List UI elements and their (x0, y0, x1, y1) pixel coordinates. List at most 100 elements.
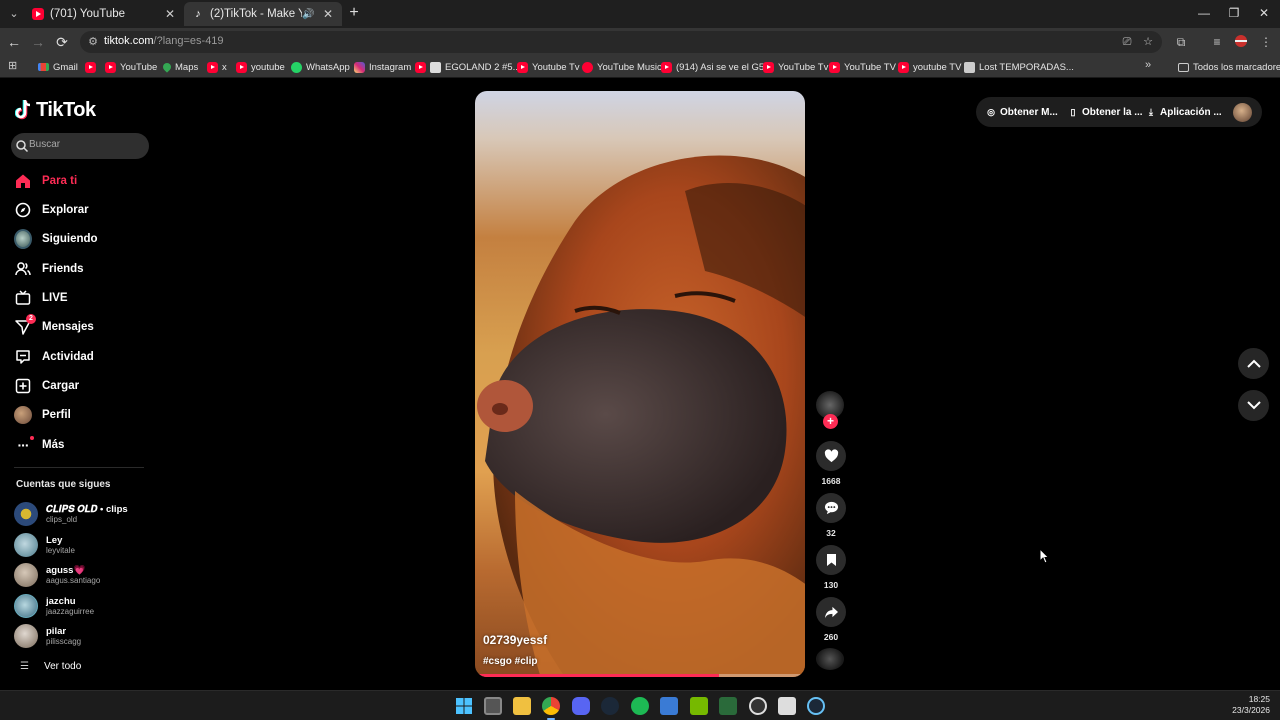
account-name: 𝑪𝑳𝑰𝑷𝑺 𝑶𝑳𝑫 • clips (46, 503, 128, 515)
bookmark-item[interactable]: YouTube Tv (763, 60, 828, 74)
next-video-button[interactable] (1238, 390, 1269, 421)
download-icon: ⤓ (1149, 107, 1153, 117)
comment-button[interactable] (816, 493, 846, 523)
desktop-app-button[interactable]: ⤓ Aplicación ... (1146, 105, 1222, 119)
file-explorer-icon[interactable] (513, 697, 531, 715)
chrome-menu-icon[interactable]: ⋮ (1258, 34, 1274, 50)
media-control-icon[interactable]: ≡ (1209, 34, 1225, 50)
chevron-down-icon (1246, 401, 1261, 410)
tiktok-icon: ♪ (195, 8, 201, 20)
nav-siguiendo[interactable]: Siguiendo (14, 228, 98, 250)
back-button[interactable]: ← (5, 33, 23, 51)
task-view-icon[interactable] (484, 697, 502, 715)
more-bookmarks-icon[interactable]: » (1145, 59, 1151, 71)
bookmark-item[interactable] (415, 60, 430, 74)
reload-button[interactable]: ⟳ (53, 33, 71, 51)
tab-tiktok[interactable]: ♪ (2)TikTok - Make Your Day 🔊 ✕ (184, 2, 342, 26)
video-player[interactable]: 02739yessf #csgo #clip (475, 91, 805, 677)
nav-cargar[interactable]: Cargar (14, 375, 79, 397)
restore-button[interactable]: ❐ (1224, 4, 1244, 22)
followed-account[interactable]: 𝑪𝑳𝑰𝑷𝑺 𝑶𝑳𝑫 • clips clips_old (14, 501, 128, 527)
steam-icon[interactable] (601, 697, 619, 715)
follow-plus-button[interactable]: + (823, 414, 838, 429)
previous-video-button[interactable] (1238, 348, 1269, 379)
user-avatar[interactable] (1233, 103, 1252, 122)
nav-perfil[interactable]: Perfil (14, 404, 71, 426)
address-bar[interactable]: ⚙ tiktok.com/?lang=es-419 ⎚ ☆ (80, 31, 1162, 53)
bookmark-item[interactable]: Instagram (354, 60, 411, 74)
get-app-button[interactable]: ▯ Obtener la ... (1068, 105, 1143, 119)
nav-label: Más (42, 439, 65, 451)
followed-account[interactable]: pilar pilisscagg (14, 623, 81, 649)
tab-youtube[interactable]: (701) YouTube ✕ (24, 2, 184, 26)
bookmark-item[interactable]: EGOLAND 2 #5... (430, 60, 521, 74)
nav-live[interactable]: LIVE (14, 287, 68, 309)
bookmark-star-icon[interactable]: ☆ (1141, 35, 1155, 49)
like-button[interactable] (816, 441, 846, 471)
minimize-button[interactable]: — (1194, 4, 1214, 22)
account-handle: clips_old (46, 514, 78, 524)
nav-actividad[interactable]: Actividad (14, 346, 94, 368)
friends-icon (14, 260, 32, 278)
compass-icon (14, 201, 32, 219)
nav-label: Perfil (42, 409, 71, 421)
spotify-icon[interactable] (631, 697, 649, 715)
save-button[interactable] (816, 545, 846, 575)
bookmark-item[interactable]: YouTube Music (582, 60, 662, 74)
followed-account[interactable]: jazchu jaazzaguirree (14, 593, 94, 619)
see-all-link[interactable]: ☰ Ver todo (20, 661, 81, 672)
bookmark-item[interactable]: YouTube TV (829, 60, 896, 74)
speaker-icon[interactable]: 🔊 (302, 9, 316, 20)
forward-button[interactable]: → (29, 33, 47, 51)
video-username[interactable]: 02739yessf (483, 633, 547, 647)
profile-icon[interactable] (1233, 34, 1249, 50)
bookmark-item[interactable]: Lost TEMPORADAS... (964, 60, 1074, 74)
bookmark-item[interactable]: (914) Asi se ve el G5... (661, 60, 772, 74)
video-progress-bar[interactable] (475, 674, 805, 677)
apps-grid-icon[interactable]: ⊞ (8, 60, 20, 72)
music-disc-icon[interactable] (816, 648, 844, 670)
bookmark-item[interactable] (85, 60, 100, 74)
nav-para-ti[interactable]: Para ti (14, 170, 77, 192)
app-icon[interactable] (719, 697, 737, 715)
obs-icon[interactable] (749, 697, 767, 715)
followed-account[interactable]: Ley leyvitale (14, 532, 75, 558)
nav-friends[interactable]: Friends (14, 258, 84, 280)
video-hashtags[interactable]: #csgo #clip (483, 656, 537, 667)
bookmark-item[interactable]: Maps (161, 60, 198, 74)
live-icon (14, 289, 32, 307)
bookmark-item[interactable]: youtube (236, 60, 285, 74)
site-info-icon[interactable]: ⚙ (86, 35, 100, 49)
extensions-icon[interactable]: ⧉ (1173, 34, 1189, 50)
search-input[interactable]: Buscar (11, 133, 149, 159)
close-tab-icon[interactable]: ✕ (164, 7, 176, 21)
taskbar-clock[interactable]: 18:25 23/3/2026 (1232, 694, 1270, 716)
share-button[interactable] (816, 597, 846, 627)
bookmark-item[interactable]: Gmail (38, 60, 78, 74)
chrome-taskbar-icon[interactable] (542, 697, 560, 720)
install-app-icon[interactable]: ⎚ (1120, 35, 1134, 49)
bookmark-item[interactable]: youtube TV (898, 60, 961, 74)
nvidia-icon[interactable] (690, 697, 708, 715)
tiktok-logo[interactable]: TikTok (15, 98, 96, 122)
all-bookmarks-folder[interactable]: Todos los marcadores (1178, 60, 1280, 74)
new-tab-button[interactable]: + (346, 5, 362, 21)
bookmark-item[interactable]: Youtube Tv (517, 60, 580, 74)
close-window-button[interactable]: ✕ (1254, 4, 1274, 22)
store-icon[interactable] (778, 697, 796, 715)
nav-explorar[interactable]: Explorar (14, 199, 89, 221)
steam-icon[interactable] (807, 697, 825, 715)
tab-search-button[interactable]: ⌄ (6, 6, 22, 22)
notepad-icon[interactable] (660, 697, 678, 715)
bookmark-item[interactable]: YouTube (105, 60, 157, 74)
followed-account[interactable]: aguss💗 aagus.santiago (14, 562, 100, 588)
get-coins-button[interactable]: ◎ Obtener M... (986, 105, 1058, 119)
maps-icon (161, 61, 173, 73)
nav-mas[interactable]: ··· Más (14, 434, 64, 456)
bookmark-item[interactable]: WhatsApp (291, 60, 350, 74)
close-tab-icon[interactable]: ✕ (322, 7, 334, 21)
discord-icon[interactable] (572, 697, 590, 715)
nav-mensajes[interactable]: 2 Mensajes (14, 314, 94, 338)
windows-start-icon[interactable] (455, 697, 473, 715)
bookmark-item[interactable]: x (207, 60, 227, 74)
